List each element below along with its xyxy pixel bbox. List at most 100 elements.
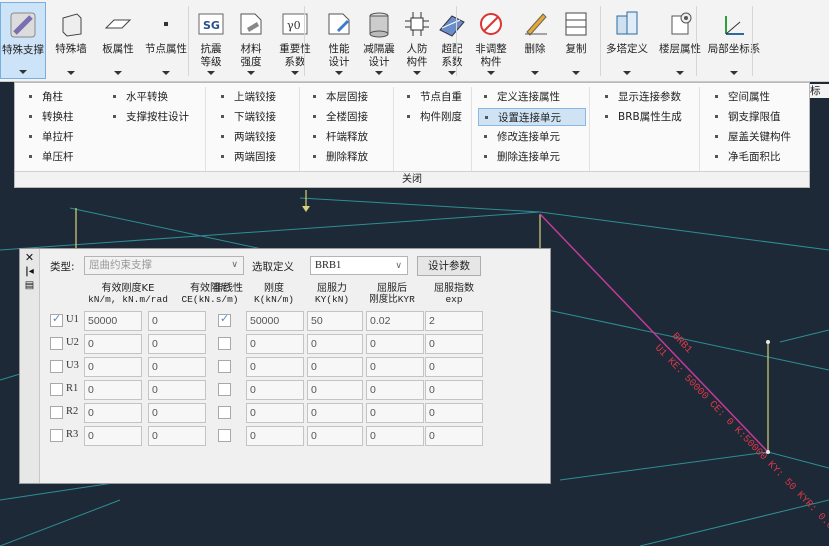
panel-menu-item[interactable]: 显示连接参数 [599,88,695,106]
ke-input[interactable]: 50000 [84,311,142,331]
ce-input[interactable]: 0 [148,426,206,446]
dof-checkbox[interactable] [50,406,63,419]
kyr-input[interactable]: 0.02 [366,311,424,331]
ky-input[interactable]: 0 [307,380,363,400]
panel-menu-item[interactable]: 支撑按柱设计 [107,108,201,126]
ribbon-button-wall[interactable]: 特殊墙 [48,2,94,79]
exp-input[interactable]: 0 [425,334,483,354]
exp-input[interactable]: 0 [425,380,483,400]
ke-input[interactable]: 0 [84,380,142,400]
kyr-input[interactable]: 0 [366,357,424,377]
ce-input[interactable]: 0 [148,311,206,331]
panel-menu-item[interactable]: 两端固接 [215,148,295,166]
nonlinear-checkbox[interactable] [218,429,231,442]
ky-input[interactable]: 0 [307,426,363,446]
dof-checkbox[interactable] [50,360,63,373]
ky-input[interactable]: 0 [307,403,363,423]
ky-input[interactable]: 0 [307,334,363,354]
panel-menu-item[interactable]: 单拉杆 [23,128,103,146]
exp-input[interactable]: 0 [425,426,483,446]
ke-input[interactable]: 0 [84,403,142,423]
panel-menu-item[interactable]: 水平转换 [107,88,201,106]
panel-menu-item[interactable]: 钢支撑限值 [709,108,805,126]
panel-menu-item[interactable]: 构件刚度 [401,108,471,126]
kyr-input[interactable]: 0 [366,380,424,400]
ke-input[interactable]: 0 [84,334,142,354]
brb-element[interactable] [539,213,769,453]
ribbon-button-local-coord[interactable]: 局部坐标系 [706,2,762,79]
pin-icon[interactable]: |◂ [20,265,39,279]
kyr-input[interactable]: 0 [366,426,424,446]
panel-menu-item[interactable]: 设置连接单元 [478,108,586,126]
panel-menu-item[interactable]: 本层固接 [307,88,389,106]
nonlinear-checkbox[interactable] [218,337,231,350]
panel-menu-item[interactable]: 节点自重 [401,88,471,106]
ribbon-button-delete[interactable]: 删除 [516,2,554,79]
dof-checkbox[interactable] [50,429,63,442]
ribbon-button-multi-tower[interactable]: 多塔定义 [600,2,654,79]
ribbon-button-gamma[interactable]: γ0 重要性 系数 [272,2,318,79]
panel-menu-item[interactable]: 删除释放 [307,148,389,166]
definition-select[interactable]: BRB1 ∨ [310,256,408,275]
ribbon-button-copy[interactable]: 复制 [556,2,596,79]
ce-input[interactable]: 0 [148,403,206,423]
panel-menu-item[interactable]: 杆端释放 [307,128,389,146]
brace-icon [7,9,39,41]
ky-input[interactable]: 50 [307,311,363,331]
close-icon[interactable]: ✕ [20,251,39,265]
panel-menu-item[interactable]: 删除连接单元 [478,148,586,166]
panel-menu-item[interactable]: 转换柱 [23,108,103,126]
ke-input[interactable]: 0 [84,426,142,446]
ribbon-button-overmatch[interactable]: 超配 系数 [436,2,468,79]
dof-checkbox[interactable] [50,312,63,327]
panel-menu-item[interactable]: 修改连接单元 [478,128,586,146]
ribbon-button-node[interactable]: 节点属性 [142,2,190,79]
nonlinear-checkbox[interactable] [218,406,231,419]
k-input[interactable]: 0 [246,334,304,354]
dof-checkbox[interactable] [50,383,63,396]
panel-menu-item[interactable]: 两端铰接 [215,128,295,146]
nonlinear-checkbox[interactable] [218,360,231,373]
panel-menu-item[interactable]: 定义连接属性 [478,88,586,106]
panel-menu-item[interactable]: 单压杆 [23,148,103,166]
panel-menu-item[interactable]: 空间属性 [709,88,805,106]
exp-input[interactable]: 0 [425,403,483,423]
ribbon-button-isolation[interactable]: 减隔震 设计 [360,2,398,79]
ribbon-button-sg[interactable]: SG 抗震 等级 [192,2,230,79]
dof-checkbox[interactable] [50,337,63,350]
ce-input[interactable]: 0 [148,334,206,354]
exp-input[interactable]: 2 [425,311,483,331]
design-params-button[interactable]: 设计参数 [417,256,481,276]
nonlinear-checkbox[interactable] [218,383,231,396]
kyr-input[interactable]: 0 [366,334,424,354]
kyr-input[interactable]: 0 [366,403,424,423]
ce-input[interactable]: 0 [148,380,206,400]
panel-close-button[interactable]: 关闭 [15,171,809,187]
panel-menu-item[interactable]: BRB属性生成 [599,108,695,126]
ribbon-button-slab[interactable]: 板属性 [96,2,140,79]
k-input[interactable]: 50000 [246,311,304,331]
k-input[interactable]: 0 [246,403,304,423]
k-input[interactable]: 0 [246,357,304,377]
ribbon-button-material[interactable]: 材料 强度 [232,2,270,79]
ribbon-button-performance[interactable]: 性能 设计 [320,2,358,79]
type-select[interactable]: 屈曲约束支撑 ∨ [84,256,244,275]
panel-menu-item[interactable]: 下端铰接 [215,108,295,126]
nonlinear-checkbox[interactable] [218,312,231,327]
panel-menu-item[interactable]: 屋盖关键构件 [709,128,805,146]
panel-icon[interactable]: ▤ [20,279,39,293]
panel-menu-item[interactable]: 全楼固接 [307,108,389,126]
panel-menu-item-label: 单拉杆 [42,131,74,143]
ce-input[interactable]: 0 [148,357,206,377]
k-input[interactable]: 0 [246,380,304,400]
ky-input[interactable]: 0 [307,357,363,377]
ribbon-button-brace[interactable]: 特殊支撑 [0,2,46,79]
ribbon-button-civil-defense[interactable]: 人防 构件 [400,2,434,79]
ribbon-button-no-adjust[interactable]: 非调整 构件 [470,2,512,79]
panel-menu-item[interactable]: 净毛面积比 [709,148,805,166]
ke-input[interactable]: 0 [84,357,142,377]
exp-input[interactable]: 0 [425,357,483,377]
panel-menu-item[interactable]: 角柱 [23,88,103,106]
panel-menu-item[interactable]: 上端铰接 [215,88,295,106]
k-input[interactable]: 0 [246,426,304,446]
